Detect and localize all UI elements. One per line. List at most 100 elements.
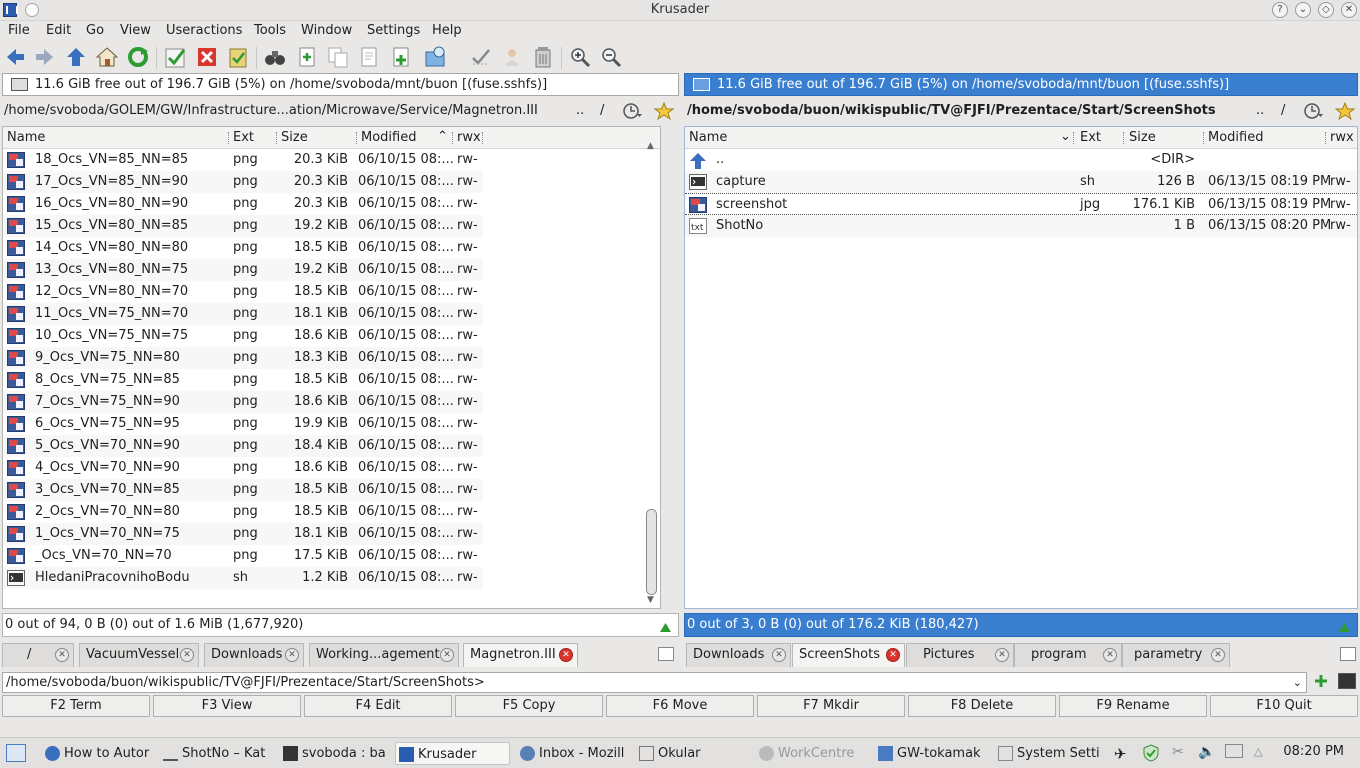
file-row[interactable]: 7_Ocs_VN=75_NN=90 png 18.6 KiB 06/10/15 08:…: [3, 391, 483, 413]
file-row[interactable]: 13_Ocs_VN=80_NN=75 png 19.2 KiB 06/10/15 08…: [3, 259, 483, 281]
close-icon[interactable]: ✕: [1341, 2, 1357, 18]
left-status-arrow-icon[interactable]: [659, 619, 672, 641]
menu-help[interactable]: Help: [432, 23, 462, 38]
right-status-arrow-icon[interactable]: [1338, 619, 1351, 641]
task-how-to[interactable]: How to Autor: [42, 742, 152, 765]
tray-scissors-icon[interactable]: ✂: [1172, 744, 1184, 760]
col-name[interactable]: Name: [689, 130, 727, 145]
f6-move-button[interactable]: F6 Move: [606, 695, 754, 717]
user-icon[interactable]: [500, 45, 524, 69]
right-file-list[interactable]: Name ⌄ Ext Size Modified rwx .. <DIR> capt…: [684, 126, 1358, 609]
app-launcher-icon[interactable]: [6, 744, 26, 762]
col-size[interactable]: Size: [1129, 130, 1156, 145]
new-tab-icon[interactable]: [658, 647, 674, 661]
f7-mkdir-button[interactable]: F7 Mkdir: [757, 695, 905, 717]
tab-close-icon[interactable]: ✕: [772, 648, 786, 662]
file-row[interactable]: capture sh 126 B 06/13/15 08:19 PM rw-: [685, 171, 1357, 193]
task-okular[interactable]: Okular: [636, 742, 746, 765]
compare-icon[interactable]: [469, 45, 493, 69]
scroll-up-icon[interactable]: ▲: [647, 141, 654, 151]
terminal-icon[interactable]: [1338, 673, 1356, 689]
file-row[interactable]: _Ocs_VN=70_NN=70 png 17.5 KiB 06/10/15 08:.…: [3, 545, 483, 567]
left-path-up[interactable]: ..: [576, 99, 584, 123]
new-tab-icon[interactable]: [1340, 647, 1356, 661]
tray-bird-icon[interactable]: ✈: [1114, 745, 1127, 763]
tab-close-icon[interactable]: ✕: [55, 648, 69, 662]
minimize-icon[interactable]: ⌄: [1295, 2, 1311, 18]
search-icon[interactable]: [263, 45, 287, 69]
file-row[interactable]: 14_Ocs_VN=80_NN=80 png 18.5 KiB 06/10/15 08…: [3, 237, 483, 259]
menu-window[interactable]: Window: [301, 23, 352, 38]
left-path-bar[interactable]: /home/svoboda/GOLEM/GW/Infrastructure...…: [0, 99, 680, 123]
menu-settings[interactable]: Settings: [367, 23, 420, 38]
file-row[interactable]: screenshot jpg 176.1 KiB 06/13/15 08:19 PM r…: [685, 193, 1357, 215]
file-row[interactable]: 18_Ocs_VN=85_NN=85 png 20.3 KiB 06/10/15 08…: [3, 149, 483, 171]
forward-icon[interactable]: [33, 45, 57, 69]
scroll-down-icon[interactable]: ▼: [647, 595, 654, 605]
left-tab-vacuumvessel[interactable]: VacuumVessel ✕: [79, 643, 199, 667]
tab-close-icon[interactable]: ✕: [559, 648, 573, 662]
file-row[interactable]: 12_Ocs_VN=80_NN=70 png 18.5 KiB 06/10/15 08…: [3, 281, 483, 303]
sort-ascending-icon[interactable]: ⌃: [437, 129, 448, 144]
right-path-root[interactable]: /: [1281, 99, 1285, 123]
menu-view[interactable]: View: [120, 23, 151, 38]
left-disk-info[interactable]: 11.6 GiB free out of 196.7 GiB (5%) on /…: [2, 73, 679, 96]
file-row[interactable]: txt ShotNo 1 B 06/13/15 08:20 PM rw-: [685, 215, 1357, 237]
back-icon[interactable]: [3, 45, 27, 69]
file-row[interactable]: 9_Ocs_VN=75_NN=80 png 18.3 KiB 06/10/15 08:…: [3, 347, 483, 369]
col-ext[interactable]: Ext: [1080, 130, 1101, 145]
f10-quit-button[interactable]: F10 Quit: [1210, 695, 1358, 717]
file-row[interactable]: 5_Ocs_VN=70_NN=90 png 18.4 KiB 06/10/15 08:…: [3, 435, 483, 457]
col-size[interactable]: Size: [281, 130, 308, 145]
file-row[interactable]: 3_Ocs_VN=70_NN=85 png 18.5 KiB 06/10/15 08:…: [3, 479, 483, 501]
f5-copy-button[interactable]: F5 Copy: [455, 695, 603, 717]
tab-close-icon[interactable]: ✕: [995, 648, 1009, 662]
file-row[interactable]: 8_Ocs_VN=75_NN=85 png 18.5 KiB 06/10/15 08:…: [3, 369, 483, 391]
f2-term-button[interactable]: F2 Term: [2, 695, 150, 717]
new-file-icon[interactable]: [295, 45, 319, 69]
file-row[interactable]: 6_Ocs_VN=75_NN=95 png 19.9 KiB 06/10/15 08:…: [3, 413, 483, 435]
left-tab-working[interactable]: Working...agement ✕: [309, 643, 459, 667]
task-workcentre[interactable]: WorkCentre: [756, 742, 866, 765]
tab-close-icon[interactable]: ✕: [180, 648, 194, 662]
file-row[interactable]: 16_Ocs_VN=80_NN=90 png 20.3 KiB 06/10/15 08…: [3, 193, 483, 215]
task-thunderbird[interactable]: Inbox - Mozill: [517, 742, 630, 765]
f9-rename-button[interactable]: F9 Rename: [1059, 695, 1207, 717]
home-icon[interactable]: [95, 45, 119, 69]
left-tab-downloads[interactable]: Downloads ✕: [204, 643, 304, 667]
command-line-input[interactable]: /home/svoboda/buon/wikispublic/TV@FJFI/P…: [2, 672, 1307, 693]
menu-file[interactable]: File: [8, 23, 30, 38]
left-tab-magnetron[interactable]: Magnetron.III ✕: [463, 643, 578, 667]
menu-tools[interactable]: Tools: [254, 23, 286, 38]
tab-close-icon[interactable]: ✕: [1103, 648, 1117, 662]
mount-icon[interactable]: [425, 45, 449, 69]
left-path-root[interactable]: /: [600, 99, 604, 123]
tab-close-icon[interactable]: ✕: [1211, 648, 1225, 662]
col-ext[interactable]: Ext: [233, 130, 254, 145]
left-file-list[interactable]: Name Ext Size Modified ⌃ rwx 18_Ocs_VN=8…: [2, 126, 661, 609]
col-rwx[interactable]: rwx: [1330, 130, 1354, 145]
help-icon[interactable]: ?: [1272, 2, 1288, 18]
file-row[interactable]: 10_Ocs_VN=75_NN=75 png 18.6 KiB 06/10/15 08…: [3, 325, 483, 347]
task-system-settings[interactable]: System Setti: [995, 742, 1105, 765]
file-row[interactable]: 4_Ocs_VN=70_NN=90 png 18.6 KiB 06/10/15 08:…: [3, 457, 483, 479]
right-tab-program[interactable]: program ✕: [1014, 643, 1122, 667]
menu-go[interactable]: Go: [86, 23, 104, 38]
tab-close-icon[interactable]: ✕: [440, 648, 454, 662]
tray-expand-icon[interactable]: △: [1254, 745, 1262, 758]
left-scrollbar[interactable]: ▲ ▼: [645, 141, 658, 605]
view-file-icon[interactable]: [357, 45, 381, 69]
right-tab-pictures[interactable]: Pictures ✕: [906, 643, 1014, 667]
zoom-out-icon[interactable]: [599, 45, 623, 69]
right-path-bar[interactable]: /home/svoboda/buon/wikispublic/TV@FJFI/P…: [683, 99, 1360, 123]
file-row[interactable]: 1_Ocs_VN=70_NN=75 png 18.1 KiB 06/10/15 08:…: [3, 523, 483, 545]
copy-icon[interactable]: [326, 45, 350, 69]
right-tab-parametry[interactable]: parametry ✕: [1122, 643, 1230, 667]
paste-icon[interactable]: [226, 45, 250, 69]
chevron-down-icon[interactable]: ⌄: [1293, 673, 1302, 692]
f3-view-button[interactable]: F3 View: [153, 695, 301, 717]
task-gw-tokamak[interactable]: GW-tokamak: [875, 742, 987, 765]
right-path-up[interactable]: ..: [1256, 99, 1264, 123]
tray-volume-icon[interactable]: 🔈: [1198, 744, 1215, 760]
tab-close-icon[interactable]: ✕: [285, 648, 299, 662]
